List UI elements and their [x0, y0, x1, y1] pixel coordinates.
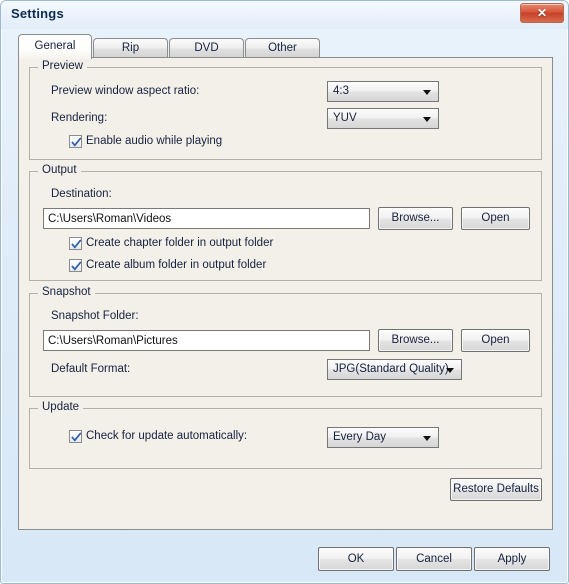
aspect-ratio-value: 4:3	[333, 85, 349, 97]
chevron-down-icon	[423, 436, 431, 441]
check-update-checkbox[interactable]	[69, 430, 82, 443]
create-album-folder-checkbox[interactable]	[69, 259, 82, 272]
ok-button[interactable]: OK	[318, 547, 394, 571]
snapshot-folder-input[interactable]	[43, 330, 370, 351]
enable-audio-label: Enable audio while playing	[86, 135, 223, 147]
group-snapshot-title: Snapshot	[38, 286, 95, 298]
title-bar: Settings ✕	[1, 1, 568, 29]
restore-defaults-button[interactable]: Restore Defaults	[450, 478, 542, 501]
tab-strip: General Rip DVD Other	[18, 34, 553, 59]
group-update-title: Update	[38, 401, 84, 413]
create-chapter-folder-checkbox[interactable]	[69, 237, 82, 250]
window-title: Settings	[11, 6, 64, 21]
default-format-combo[interactable]: JPG(Standard Quality)	[327, 359, 462, 380]
apply-button[interactable]: Apply	[474, 547, 550, 571]
close-button[interactable]: ✕	[520, 3, 564, 23]
group-update: Update Check for update automatically: E…	[29, 401, 542, 469]
snapshot-open-button[interactable]: Open	[461, 329, 530, 352]
rendering-combo[interactable]: YUV	[327, 108, 439, 129]
destination-open-button[interactable]: Open	[461, 207, 530, 230]
chevron-down-icon	[423, 117, 431, 122]
close-icon: ✕	[536, 6, 548, 20]
tab-dvd[interactable]: DVD	[169, 38, 244, 58]
group-output-title: Output	[38, 164, 81, 176]
create-album-folder-label: Create album folder in output folder	[86, 259, 267, 271]
destination-label: Destination:	[51, 188, 112, 200]
group-snapshot: Snapshot Snapshot Folder: Browse... Open…	[29, 286, 542, 397]
rendering-value: YUV	[333, 112, 357, 124]
settings-window: Settings ✕ General Rip DVD Other Preview…	[0, 0, 569, 584]
tab-panel-general: Preview Preview window aspect ratio: 4:3…	[18, 57, 553, 530]
cancel-button[interactable]: Cancel	[396, 547, 472, 571]
group-preview: Preview Preview window aspect ratio: 4:3…	[29, 60, 542, 160]
default-format-label: Default Format:	[51, 363, 131, 375]
default-format-value: JPG(Standard Quality)	[333, 363, 449, 375]
enable-audio-checkbox[interactable]	[69, 135, 82, 148]
tab-other[interactable]: Other	[245, 38, 320, 58]
chevron-down-icon	[423, 90, 431, 95]
tab-rip[interactable]: Rip	[93, 38, 168, 58]
chevron-down-icon	[446, 368, 454, 373]
destination-browse-button[interactable]: Browse...	[378, 207, 453, 230]
group-output: Output Destination: Browse... Open Creat…	[29, 164, 542, 281]
update-frequency-combo[interactable]: Every Day	[327, 427, 439, 448]
create-chapter-folder-label: Create chapter folder in output folder	[86, 237, 274, 249]
snapshot-folder-label: Snapshot Folder:	[51, 310, 139, 322]
snapshot-browse-button[interactable]: Browse...	[378, 329, 453, 352]
update-frequency-value: Every Day	[333, 431, 387, 443]
check-update-label: Check for update automatically:	[86, 430, 248, 442]
aspect-ratio-label: Preview window aspect ratio:	[51, 85, 200, 97]
rendering-label: Rendering:	[51, 112, 108, 124]
destination-input[interactable]	[43, 208, 370, 229]
tab-general[interactable]: General	[18, 34, 92, 59]
aspect-ratio-combo[interactable]: 4:3	[327, 81, 439, 102]
group-preview-title: Preview	[38, 60, 87, 72]
